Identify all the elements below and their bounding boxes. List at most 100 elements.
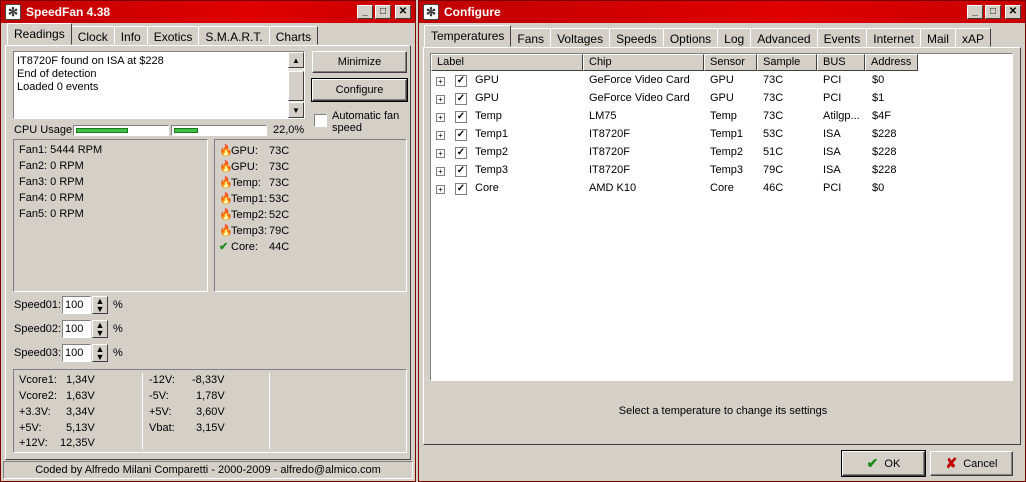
- cell-sensor: GPU: [710, 92, 734, 104]
- tab-events[interactable]: Events: [816, 28, 868, 47]
- column-header-sample[interactable]: Sample: [757, 54, 817, 71]
- speed01-spinner-icon[interactable]: ▲ ▼: [92, 296, 108, 314]
- enabled-checkbox[interactable]: ✓: [455, 111, 467, 123]
- scroll-thumb[interactable]: [288, 71, 304, 101]
- window-title: Configure: [444, 5, 501, 19]
- enabled-checkbox[interactable]: ✓: [455, 75, 467, 87]
- table-row[interactable]: + ✓ Temp2 IT8720F Temp2 51C ISA $228: [431, 144, 1012, 162]
- enabled-checkbox[interactable]: ✓: [455, 183, 467, 195]
- ok-label: OK: [884, 457, 901, 470]
- enabled-checkbox[interactable]: ✓: [455, 129, 467, 141]
- enabled-checkbox[interactable]: ✓: [455, 165, 467, 177]
- fan-reading: Fan2: 0 RPM: [19, 160, 84, 172]
- temp-reading: 🔥Temp3: 79C: [219, 224, 289, 237]
- tab-exotics[interactable]: Exotics: [146, 26, 200, 45]
- tab-mail[interactable]: Mail: [919, 28, 956, 47]
- temp-label: Core:: [231, 241, 258, 253]
- cell-bus: ISA: [823, 164, 841, 176]
- tab-options[interactable]: Options: [662, 28, 719, 47]
- cell-label: Temp: [475, 110, 502, 122]
- configure-button[interactable]: Configure: [311, 78, 408, 102]
- close-window-button[interactable]: ✕: [1005, 5, 1021, 19]
- temp-reading: 🔥Temp1: 53C: [219, 192, 289, 205]
- cell-sensor: GPU: [710, 74, 734, 86]
- column-header-address[interactable]: Address: [865, 54, 918, 71]
- cell-chip: LM75: [589, 110, 617, 122]
- cancel-label: Cancel: [963, 457, 998, 470]
- minimize-button[interactable]: Minimize: [312, 51, 407, 73]
- cell-bus: PCI: [823, 92, 842, 104]
- table-row[interactable]: + ✓ Temp3 IT8720F Temp3 79C ISA $228: [431, 162, 1012, 180]
- cell-bus: ISA: [823, 146, 841, 158]
- tab-readings[interactable]: Readings: [7, 23, 72, 45]
- flame-icon: 🔥: [219, 145, 233, 157]
- temp-value: 52C: [269, 209, 290, 221]
- temp-label: Temp:: [231, 177, 261, 189]
- table-row[interactable]: + ✓ Temp1 IT8720F Temp1 53C ISA $228: [431, 126, 1012, 144]
- expand-icon[interactable]: +: [436, 77, 445, 86]
- table-row[interactable]: + ✓ Temp LM75 Temp 73C Atilgp... $4F: [431, 108, 1012, 126]
- tab-temperatures[interactable]: Temperatures: [424, 25, 512, 47]
- maximize-window-button[interactable]: □: [375, 5, 391, 19]
- column-header-chip[interactable]: Chip: [583, 54, 704, 71]
- cell-sample: 79C: [763, 164, 784, 176]
- tab-fans[interactable]: Fans: [510, 28, 552, 47]
- tab-xap[interactable]: xAP: [954, 28, 991, 47]
- percent-label: %: [113, 299, 123, 311]
- tab-voltages[interactable]: Voltages: [550, 28, 611, 47]
- scroll-up-icon[interactable]: ▲: [288, 52, 304, 68]
- voltage-value: 1,78V: [196, 390, 225, 402]
- temperatures-list[interactable]: Label Chip Sensor Sample BUS Address + ✓ G…: [430, 53, 1013, 381]
- expand-icon[interactable]: +: [436, 149, 445, 158]
- automatic-fan-speed-checkbox[interactable]: [314, 114, 327, 127]
- tab-clock[interactable]: Clock: [70, 26, 115, 45]
- expand-icon[interactable]: +: [436, 167, 445, 176]
- expand-icon[interactable]: +: [436, 131, 445, 140]
- maximize-window-button[interactable]: □: [985, 5, 1001, 19]
- configure-titlebar[interactable]: ✻ Configure _ □ ✕: [419, 1, 1025, 23]
- fan-reading: Fan3: 0 RPM: [19, 176, 84, 188]
- table-row[interactable]: + ✓ GPU GeForce Video Card GPU 73C PCI $1: [431, 90, 1012, 108]
- column-header-label[interactable]: Label: [431, 54, 583, 71]
- tab-internet[interactable]: Internet: [866, 28, 921, 47]
- speed02-input[interactable]: 100: [62, 320, 91, 338]
- tab-speeds[interactable]: Speeds: [609, 28, 664, 47]
- flame-icon: 🔥: [219, 193, 233, 205]
- minimize-window-button[interactable]: _: [357, 5, 373, 19]
- log-box[interactable]: IT8720F found on ISA at $228 End of dete…: [13, 51, 305, 119]
- cell-label: Core: [475, 182, 499, 194]
- temp-reading: 🔥Temp: 73C: [219, 176, 289, 189]
- voltage-label: +3.3V:: [19, 406, 51, 418]
- enabled-checkbox[interactable]: ✓: [455, 93, 467, 105]
- cell-address: $228: [872, 146, 897, 158]
- cell-address: $0: [872, 74, 885, 86]
- tab-advanced[interactable]: Advanced: [750, 28, 818, 47]
- cancel-button[interactable]: ✘ Cancel: [930, 451, 1013, 476]
- table-row[interactable]: + ✓ Core AMD K10 Core 46C PCI $0: [431, 180, 1012, 198]
- speedfan-titlebar[interactable]: ✻ SpeedFan 4.38 _ □ ✕: [1, 1, 415, 23]
- expand-icon[interactable]: +: [436, 95, 445, 104]
- tab-log[interactable]: Log: [717, 28, 752, 47]
- tab-info[interactable]: Info: [113, 26, 148, 45]
- tab-charts[interactable]: Charts: [268, 26, 319, 45]
- speed01-input[interactable]: 100: [62, 296, 91, 314]
- expand-icon[interactable]: +: [436, 185, 445, 194]
- flame-icon: 🔥: [219, 209, 233, 221]
- enabled-checkbox[interactable]: ✓: [455, 147, 467, 159]
- column-header-sensor[interactable]: Sensor: [704, 54, 757, 71]
- minimize-window-button[interactable]: _: [967, 5, 983, 19]
- speed02-spinner-icon[interactable]: ▲ ▼: [92, 320, 108, 338]
- column-header-bus[interactable]: BUS: [817, 54, 865, 71]
- speed03-spinner-icon[interactable]: ▲ ▼: [92, 344, 108, 362]
- automatic-fan-label: speed: [332, 122, 362, 134]
- table-row[interactable]: + ✓ GPU GeForce Video Card GPU 73C PCI $0: [431, 72, 1012, 90]
- scroll-down-icon[interactable]: ▼: [288, 102, 304, 118]
- voltage-label: +5V:: [19, 422, 42, 434]
- voltage-label: +12V:: [19, 437, 48, 449]
- tab-smart[interactable]: S.M.A.R.T.: [198, 26, 270, 45]
- close-window-button[interactable]: ✕: [395, 5, 411, 19]
- ok-button[interactable]: ✔ OK: [841, 450, 926, 477]
- speed03-input[interactable]: 100: [62, 344, 91, 362]
- expand-icon[interactable]: +: [436, 113, 445, 122]
- log-scrollbar[interactable]: ▲ ▼: [288, 52, 304, 118]
